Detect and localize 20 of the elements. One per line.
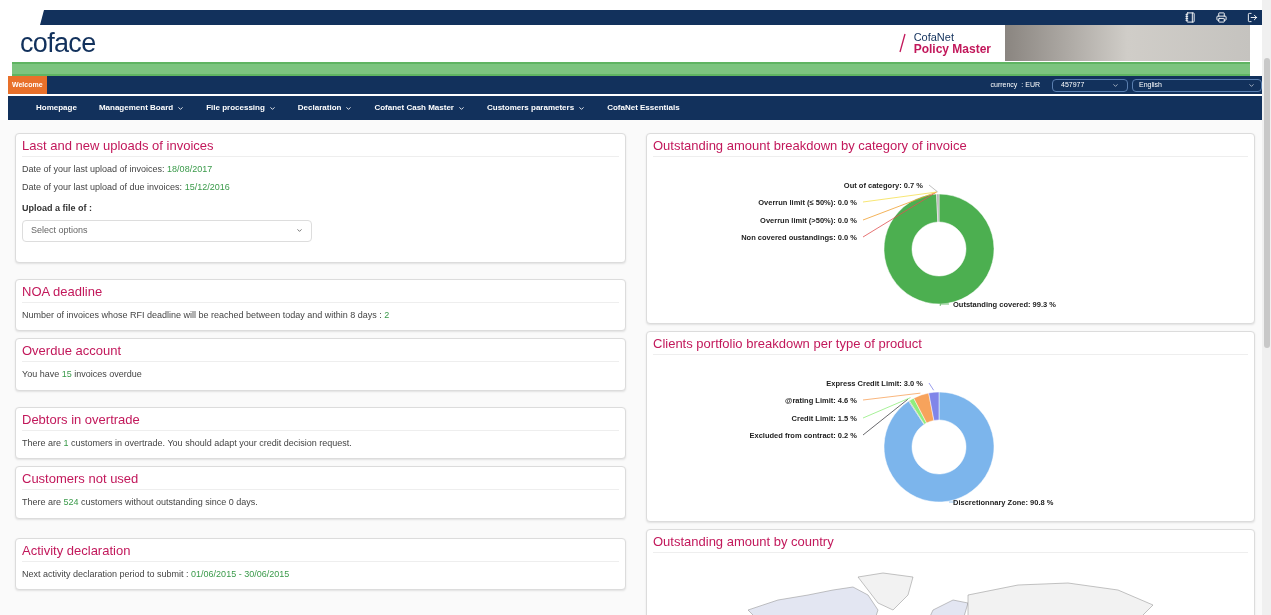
card-title: Last and new uploads of invoices <box>22 138 215 154</box>
card-title: Debtors in overtrade <box>22 411 141 428</box>
card-title: Overdue account <box>22 343 122 359</box>
company-logo: coface <box>20 29 96 57</box>
info-text: Next activity declaration period to submit : 01/06/2015 - 30/06/2015 <box>22 567 291 581</box>
product-prefix: CofaNet <box>913 31 955 43</box>
card-title: NOA deadline <box>22 283 104 300</box>
info-text: Number of invoices whose RFI deadline will be reached between today and within 8 days : 2 <box>22 308 391 322</box>
info-text: You have 15 invoices overdue <box>22 368 143 381</box>
card-title: Clients portfolio breakdown per type of product <box>653 336 923 352</box>
upload-label: Upload a file of : <box>22 202 93 215</box>
card-title: Outstanding amount by country <box>653 534 835 550</box>
info-text: There are 524 customers without outstanding since 0 days. <box>22 496 259 509</box>
card-title: Customers not used <box>22 471 140 487</box>
card-title: Activity declaration <box>22 542 132 559</box>
product-name: Policy Master <box>913 42 991 55</box>
info-text: Date of your last upload of invoices: 18/08/2017 <box>22 163 214 176</box>
card-title: Outstanding amount breakdown by category of invoice <box>653 138 968 154</box>
info-text: There are 1 customers in overtrade. You should adapt your credit decision request. <box>22 436 353 450</box>
info-text: Date of your last upload of due invoices: 15/12/2016 <box>22 180 231 194</box>
